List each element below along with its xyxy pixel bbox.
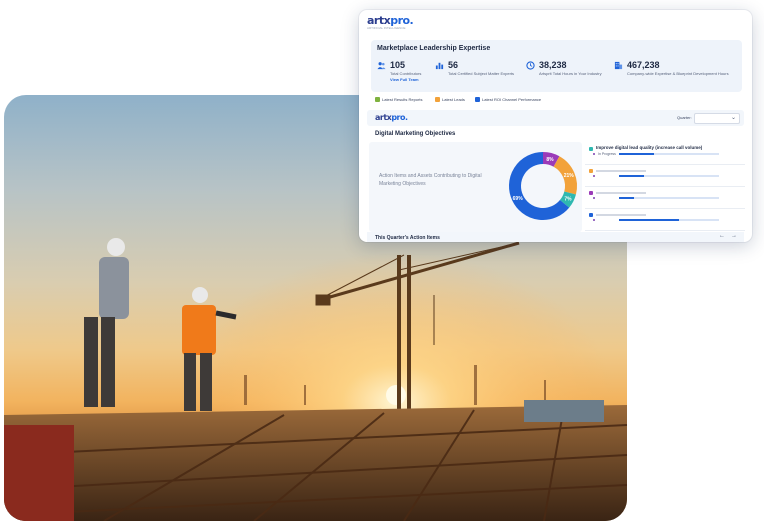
- objectives-panel: Action Items and Assets Contributing to …: [369, 142, 582, 232]
- objective-progress-bar: [619, 175, 719, 177]
- objective-progress-fill: [619, 175, 644, 177]
- dashboard-card: artxpro. ARTIFICIAL INTELLIGENCE Marketp…: [359, 10, 752, 242]
- objective-item[interactable]: Improve digital lead quality (increase c…: [585, 144, 745, 165]
- action-items-title: This Quarter's Action Items: [375, 235, 440, 241]
- objective-progress-fill: [619, 153, 654, 155]
- objective-title-placeholder: [596, 214, 646, 216]
- quarter-select[interactable]: ⌄: [694, 113, 740, 124]
- status-dot: [593, 219, 595, 221]
- tab-latest-leads[interactable]: Latest Leads: [435, 97, 465, 102]
- artxpro-logo-small[interactable]: artxpro.: [375, 113, 408, 122]
- view-full-team-link[interactable]: View Full Team: [390, 77, 419, 82]
- donut-slice-label: 7%: [564, 197, 572, 203]
- status-dot: [593, 197, 595, 199]
- donut-slice-label: 21%: [564, 173, 575, 179]
- objective-item[interactable]: [585, 210, 745, 231]
- objective-status: In Progress: [598, 152, 616, 156]
- objectives-donut-chart[interactable]: 8% 21% 7% 69%: [505, 148, 581, 224]
- objective-title-placeholder: [596, 192, 646, 194]
- objective-color-marker: [589, 191, 593, 195]
- tab-latest-roi-channel-performance[interactable]: Latest ROI Channel Performance: [475, 97, 541, 102]
- objective-progress-bar: [619, 197, 719, 199]
- donut-slice-label: 8%: [546, 157, 554, 163]
- rebar-platform: [4, 405, 627, 521]
- material-stack: [524, 400, 604, 422]
- sun: [386, 385, 406, 405]
- objective-color-marker: [589, 147, 593, 151]
- users-icon: [377, 62, 386, 70]
- objective-progress-bar: [619, 219, 719, 221]
- chevron-down-icon: ⌄: [730, 115, 736, 121]
- trend-icon: [475, 97, 480, 102]
- bar-chart-icon: [435, 62, 444, 70]
- objectives-title: Digital Marketing Objectives: [375, 131, 456, 137]
- leadership-title: Marketplace Leadership Expertise: [377, 45, 491, 52]
- objectives-list: Improve digital lead quality (increase c…: [585, 144, 745, 232]
- action-items-bar: This Quarter's Action Items ← →: [367, 232, 744, 242]
- report-icon: [375, 97, 380, 102]
- objective-progress-bar: [619, 153, 719, 155]
- status-dot: [593, 153, 595, 155]
- donut-slice-label: 69%: [513, 196, 524, 202]
- quarter-label: Quarter:: [677, 115, 692, 120]
- objective-progress-fill: [619, 219, 679, 221]
- leads-icon: [435, 97, 440, 102]
- objective-color-marker: [589, 213, 593, 217]
- prev-arrow-button[interactable]: ←: [719, 233, 725, 239]
- objective-item[interactable]: [585, 188, 745, 209]
- leadership-panel: Marketplace Leadership Expertise 105 Tot…: [371, 40, 742, 92]
- red-post: [4, 425, 74, 521]
- objective-title-placeholder: [596, 170, 646, 172]
- objectives-description: Action Items and Assets Contributing to …: [379, 173, 482, 187]
- tab-latest-results-reports[interactable]: Latest Results Reports: [375, 97, 422, 102]
- sub-header: artxpro. Quarter: ⌄: [367, 110, 744, 126]
- clock-icon: [526, 61, 535, 70]
- status-dot: [593, 175, 595, 177]
- building-icon: [614, 61, 623, 70]
- objective-item[interactable]: [585, 166, 745, 187]
- objective-title: Improve digital lead quality (increase c…: [596, 145, 703, 150]
- objective-color-marker: [589, 169, 593, 173]
- logo-tagline: ARTIFICIAL INTELLIGENCE: [367, 26, 406, 30]
- objective-progress-fill: [619, 197, 634, 199]
- next-arrow-button[interactable]: →: [731, 233, 737, 239]
